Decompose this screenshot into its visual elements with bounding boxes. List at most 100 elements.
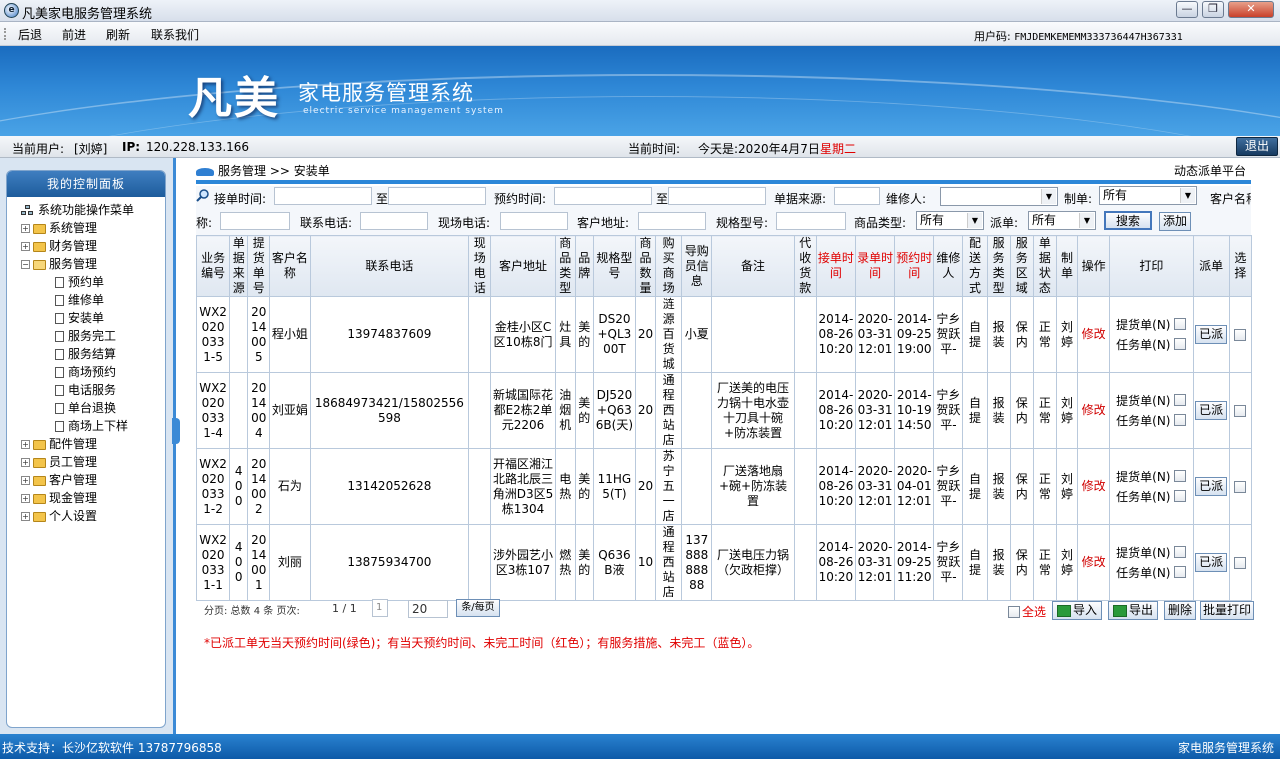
cell-brand: 美的 [574, 296, 594, 373]
sidebar-group-top-0[interactable]: + 系统管理 [21, 219, 165, 237]
dispatched-button[interactable]: 已派 [1195, 325, 1228, 344]
expand-icon[interactable]: + [21, 476, 30, 485]
menu-forward[interactable]: 前进 [62, 26, 86, 43]
contact-phone-input[interactable] [360, 212, 428, 230]
cell-type: 电热 [554, 448, 576, 525]
export-button[interactable]: 导出 [1108, 601, 1158, 620]
close-button[interactable]: ✕ [1228, 1, 1274, 18]
customer-name-input[interactable] [220, 212, 290, 230]
print-pickup-checkbox[interactable] [1173, 545, 1186, 558]
page-number-input[interactable]: 1 [372, 599, 388, 617]
sidebar-group-top-1[interactable]: + 财务管理 [21, 237, 165, 255]
modify-link[interactable]: 修改 [1076, 296, 1111, 373]
logout-button[interactable]: 退出 [1236, 137, 1278, 156]
print-task-checkbox[interactable] [1173, 489, 1186, 502]
column-header: 维修人 [933, 235, 964, 297]
sidebar-item-4[interactable]: 服务结算 [21, 345, 165, 363]
cell-site_phone [468, 448, 492, 525]
modify-link[interactable]: 修改 [1076, 372, 1111, 449]
print-task-checkbox[interactable] [1173, 565, 1186, 578]
sidebar-collapse-handle[interactable] [172, 418, 180, 444]
to-label: 至 [656, 192, 669, 206]
column-header: 代收货款 [793, 235, 817, 297]
receive-time-start[interactable] [274, 187, 372, 205]
print-task-label: 任务单(N) [1116, 565, 1171, 580]
sidebar-item-8[interactable]: 商场上下样 [21, 417, 165, 435]
sidebar-item-1[interactable]: 维修单 [21, 291, 165, 309]
dispatched-button[interactable]: 已派 [1195, 401, 1228, 420]
model-input[interactable] [776, 212, 846, 230]
import-button[interactable]: 导入 [1052, 601, 1102, 620]
site-phone-input[interactable] [500, 212, 568, 230]
per-page-button[interactable]: 条/每页 [456, 599, 500, 617]
search-button[interactable]: 搜索 [1104, 211, 1152, 230]
cell-guide: 小夏 [681, 296, 713, 373]
repairer-select[interactable]: ▼ [940, 187, 1058, 206]
sidebar-item-0[interactable]: 预约单 [21, 273, 165, 291]
maker-select[interactable]: 所有 ▼ [1099, 186, 1197, 205]
dispatch-select[interactable]: 所有 ▼ [1028, 211, 1096, 230]
collapse-icon[interactable]: − [21, 260, 30, 269]
sidebar-group-bottom-0[interactable]: + 配件管理 [21, 435, 165, 453]
expand-icon[interactable]: + [21, 458, 30, 467]
cell-name: 刘亚娟 [269, 372, 311, 449]
maximize-button[interactable]: ❐ [1202, 1, 1224, 18]
expand-icon[interactable]: + [21, 224, 30, 233]
tree-root[interactable]: 系统功能操作菜单 [21, 201, 165, 219]
print-pickup-checkbox[interactable] [1173, 469, 1186, 482]
customer-address-input[interactable] [638, 212, 706, 230]
sidebar-item-7[interactable]: 单台退换 [21, 399, 165, 417]
menu-refresh[interactable]: 刷新 [106, 26, 130, 43]
cell-cod [793, 372, 817, 449]
print-task-checkbox[interactable] [1173, 337, 1186, 350]
page-size-input[interactable]: 20 [408, 600, 448, 618]
expand-icon[interactable]: + [21, 440, 30, 449]
product-type-select[interactable]: 所有 ▼ [916, 211, 984, 230]
sidebar-group-bottom-1[interactable]: + 员工管理 [21, 453, 165, 471]
sidebar-item-2[interactable]: 安装单 [21, 309, 165, 327]
expand-icon[interactable]: + [21, 494, 30, 503]
expand-icon[interactable]: + [21, 512, 30, 521]
print-pickup-checkbox[interactable] [1173, 317, 1186, 330]
sidebar-group-bottom-3[interactable]: + 现金管理 [21, 489, 165, 507]
source-input[interactable] [834, 187, 880, 205]
delete-button[interactable]: 删除 [1164, 601, 1196, 620]
dispatched-button[interactable]: 已派 [1195, 477, 1228, 496]
customer-name-label: 客户名称: [1210, 192, 1251, 206]
table-row: WX20200331-2 400 2014002 石为 13142052628 开福区湘江… [195, 448, 1253, 525]
cell-model: 11HG5(T) [592, 448, 637, 525]
sidebar-group-bottom-2[interactable]: + 客户管理 [21, 471, 165, 489]
select-all-checkbox[interactable] [1008, 604, 1020, 618]
print-task-checkbox[interactable] [1173, 413, 1186, 426]
column-header: 单据状态 [1032, 235, 1057, 297]
dispatched-button[interactable]: 已派 [1195, 553, 1228, 572]
appoint-time-end[interactable] [668, 187, 766, 205]
cell-area: 保内 [1009, 524, 1034, 601]
column-header: 预约时间 [894, 235, 935, 297]
modify-link[interactable]: 修改 [1076, 524, 1111, 601]
appoint-time-start[interactable] [554, 187, 652, 205]
sidebar-group-service[interactable]: − 服务管理 [21, 255, 165, 273]
sidebar-item-5[interactable]: 商场预约 [21, 363, 165, 381]
row-select-checkbox[interactable] [1234, 480, 1247, 493]
menu-contact[interactable]: 联系我们 [151, 26, 199, 43]
select-all-label[interactable]: 全选 [1022, 603, 1046, 620]
expand-icon[interactable]: + [21, 242, 30, 251]
dispatch-platform-link[interactable]: 动态派单平台 [1174, 162, 1246, 179]
receive-time-end[interactable] [388, 187, 486, 205]
row-select-checkbox[interactable] [1234, 556, 1247, 569]
print-pickup-checkbox[interactable] [1173, 393, 1186, 406]
table-row: WX20200331-4 2014004 刘亚娟 18684973421/158025… [195, 372, 1253, 449]
row-select-checkbox[interactable] [1234, 404, 1247, 417]
cell-name: 刘丽 [269, 524, 311, 601]
minimize-button[interactable]: — [1176, 1, 1198, 18]
add-button[interactable]: 添加 [1159, 212, 1191, 231]
batch-print-button[interactable]: 批量打印 [1200, 601, 1254, 620]
sidebar-item-3[interactable]: 服务完工 [21, 327, 165, 345]
sidebar-group-bottom-4[interactable]: + 个人设置 [21, 507, 165, 525]
footer-system-name: 家电服务管理系统 [1177, 741, 1274, 755]
modify-link[interactable]: 修改 [1076, 448, 1111, 525]
row-select-checkbox[interactable] [1234, 328, 1247, 341]
sidebar-item-6[interactable]: 电话服务 [21, 381, 165, 399]
menu-back[interactable]: 后退 [18, 26, 42, 43]
